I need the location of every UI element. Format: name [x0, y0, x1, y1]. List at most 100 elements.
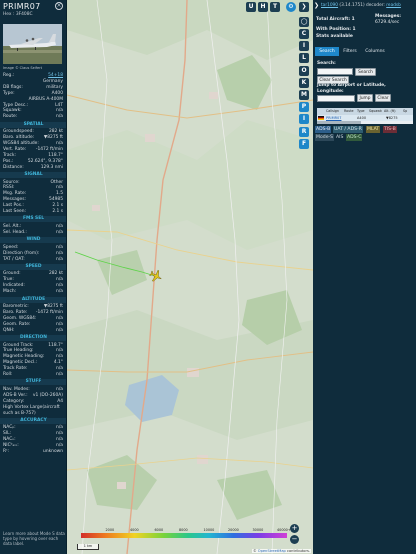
- info-value: n/a: [56, 289, 63, 295]
- row-callsign[interactable]: PRIMR07: [326, 116, 341, 120]
- section-header-fms[interactable]: FMS SEL: [0, 216, 66, 223]
- with-position: With Position: 1: [316, 27, 356, 32]
- aircraft-hex: Hex : 3F408C: [3, 12, 33, 17]
- collapse-sidebar-icon[interactable]: ❯: [314, 2, 319, 10]
- map-button-t[interactable]: T: [270, 2, 280, 12]
- map-tiles: [67, 0, 313, 554]
- section-header-direction[interactable]: DIRECTION: [0, 335, 66, 341]
- legend-ais[interactable]: AIS: [335, 134, 344, 141]
- tab-filters[interactable]: Filters: [339, 47, 361, 56]
- settings-gear-icon[interactable]: ⚙: [286, 2, 296, 12]
- legend-modes[interactable]: Mode-S: [315, 134, 335, 141]
- range-rings-icon[interactable]: ◯: [299, 17, 309, 27]
- map-side-button-o-3[interactable]: O: [299, 65, 309, 76]
- altitude-scale-tick: 40000+: [277, 528, 291, 532]
- aircraft-callsign: PRIMR07: [3, 2, 41, 11]
- info-label: TAT / OAT:: [3, 256, 25, 262]
- info-label: Distance:: [3, 164, 24, 170]
- info-row: QNH: n/a: [3, 328, 63, 334]
- col-squawk[interactable]: Squawk: [369, 109, 382, 113]
- col-altitude[interactable]: Alt. (ft): [384, 109, 396, 113]
- altitude-scale-tick: 2000: [105, 528, 115, 532]
- zoom-in-button[interactable]: +: [290, 524, 299, 533]
- row-type: A400: [357, 116, 367, 120]
- altitude-scale-tick: 20000: [228, 528, 239, 532]
- altitude-scale-tick: 4000: [130, 528, 139, 532]
- section-header-signal[interactable]: SIGNAL: [0, 172, 66, 178]
- messages-rate: 6729.4/sec: [375, 20, 400, 25]
- map-button-h[interactable]: H: [258, 2, 268, 12]
- col-type[interactable]: Type: [357, 109, 365, 113]
- map-side-button-i-7[interactable]: I: [299, 114, 309, 125]
- mode-s-note: Learn more about Mode S data type by hov…: [3, 531, 65, 546]
- info-label: Mach:: [3, 289, 17, 295]
- table-scrollbar[interactable]: [317, 121, 413, 124]
- search-button[interactable]: Search: [355, 68, 376, 76]
- search-input[interactable]: [317, 68, 353, 75]
- info-row: Distance: 129.3 nmi: [3, 165, 63, 171]
- info-label: Sel. Head.:: [3, 229, 27, 235]
- row-altitude: ▼8275: [386, 116, 398, 120]
- col-route[interactable]: Route: [344, 109, 354, 113]
- photo-credit: Image © Claus Seifert: [3, 66, 42, 70]
- info-value: n/a: [56, 327, 63, 333]
- section-header-spatial[interactable]: SPATIAL: [0, 121, 66, 128]
- map-button-u[interactable]: U: [246, 2, 256, 12]
- zoom-out-button[interactable]: −: [290, 535, 299, 544]
- expand-sidebar-icon[interactable]: ❯: [299, 2, 309, 12]
- clear-jump-button[interactable]: Clear: [375, 94, 391, 102]
- legend-mlat[interactable]: MLAT: [366, 126, 381, 133]
- info-value: n/a: [56, 114, 63, 120]
- map-side-button-c-0[interactable]: C: [299, 29, 309, 39]
- jump-input[interactable]: [317, 95, 355, 102]
- col-callsign[interactable]: Callsign: [326, 109, 339, 113]
- legend-uat[interactable]: UAT / ADS-R: [333, 126, 363, 133]
- info-label: QNH:: [3, 327, 15, 333]
- jump-button[interactable]: Jump: [357, 94, 373, 102]
- info-row: Route: n/a: [3, 114, 63, 120]
- tab-search[interactable]: Search: [315, 47, 339, 56]
- section-header-altitude[interactable]: ALTITUDE: [0, 296, 66, 303]
- tab-columns[interactable]: Columns: [361, 47, 389, 56]
- map-scale-bar: 1 km: [77, 544, 99, 550]
- info-row: Last Seen: 2.1 s: [3, 209, 63, 215]
- info-row: TAT / OAT: n/a: [3, 257, 63, 263]
- info-label: Rᶜ:: [3, 449, 10, 454]
- flag-de-icon: [318, 116, 324, 120]
- info-label: such as B-757): [3, 410, 36, 416]
- close-icon[interactable]: ×: [55, 2, 63, 10]
- map-side-button-l-2[interactable]: L: [299, 53, 309, 64]
- section-header-wind[interactable]: WIND: [0, 237, 66, 244]
- section-header-accuracy[interactable]: ACCURACY: [0, 417, 66, 424]
- map-side-button-r-8[interactable]: R: [299, 126, 309, 137]
- map-side-button-p-6[interactable]: P: [299, 102, 309, 113]
- section-header-speed[interactable]: SPEED: [0, 263, 66, 270]
- altitude-scale-tick: 30000: [252, 528, 264, 532]
- aircraft-photo[interactable]: [3, 24, 62, 64]
- info-label: Roll:: [3, 372, 13, 377]
- map-side-button-k-4[interactable]: K: [299, 77, 309, 88]
- search-label: Search:: [317, 61, 336, 66]
- version-info: tar1090 (3.14.1751) decoder: readsb: [321, 3, 401, 8]
- aircraft-info-panel: PRIMR07 × Hex : 3F408C Image © Claus Sei…: [0, 0, 67, 554]
- section-header-stuff[interactable]: STUFF: [0, 379, 66, 386]
- legend-tisb[interactable]: TIS-B: [383, 126, 397, 133]
- map-view[interactable]: U H T ⚙ ❯ ◯ C I L O K M P I R F + − 2000 4000 6000 8000 10…: [67, 0, 313, 554]
- aircraft-marker-icon[interactable]: [149, 269, 163, 283]
- info-value: 2.1 s: [52, 209, 63, 214]
- info-row: such as B-757): [3, 411, 63, 417]
- col-speed[interactable]: Sp: [403, 109, 407, 113]
- map-attribution: © OpenStreetMap contributors.: [251, 549, 311, 553]
- map-side-button-f-9[interactable]: F: [299, 138, 309, 149]
- legend-adsc[interactable]: ADS-C: [346, 134, 363, 141]
- info-value: unknown: [43, 449, 63, 454]
- total-aircraft: Total Aircraft: 1: [316, 17, 355, 22]
- stats-available[interactable]: Stats available: [316, 34, 353, 39]
- aircraft-table-header: Callsign Route Type Squawk Alt. (ft) Sp: [317, 108, 413, 115]
- legend-adsb[interactable]: ADS-B: [315, 126, 332, 133]
- info-row: Rᶜ: unknown: [3, 449, 63, 455]
- osm-link[interactable]: OpenStreetMap: [258, 549, 286, 553]
- map-side-button-m-5[interactable]: M: [299, 90, 309, 100]
- info-row: Mach: n/a: [3, 289, 63, 295]
- map-side-button-i-1[interactable]: I: [299, 41, 309, 52]
